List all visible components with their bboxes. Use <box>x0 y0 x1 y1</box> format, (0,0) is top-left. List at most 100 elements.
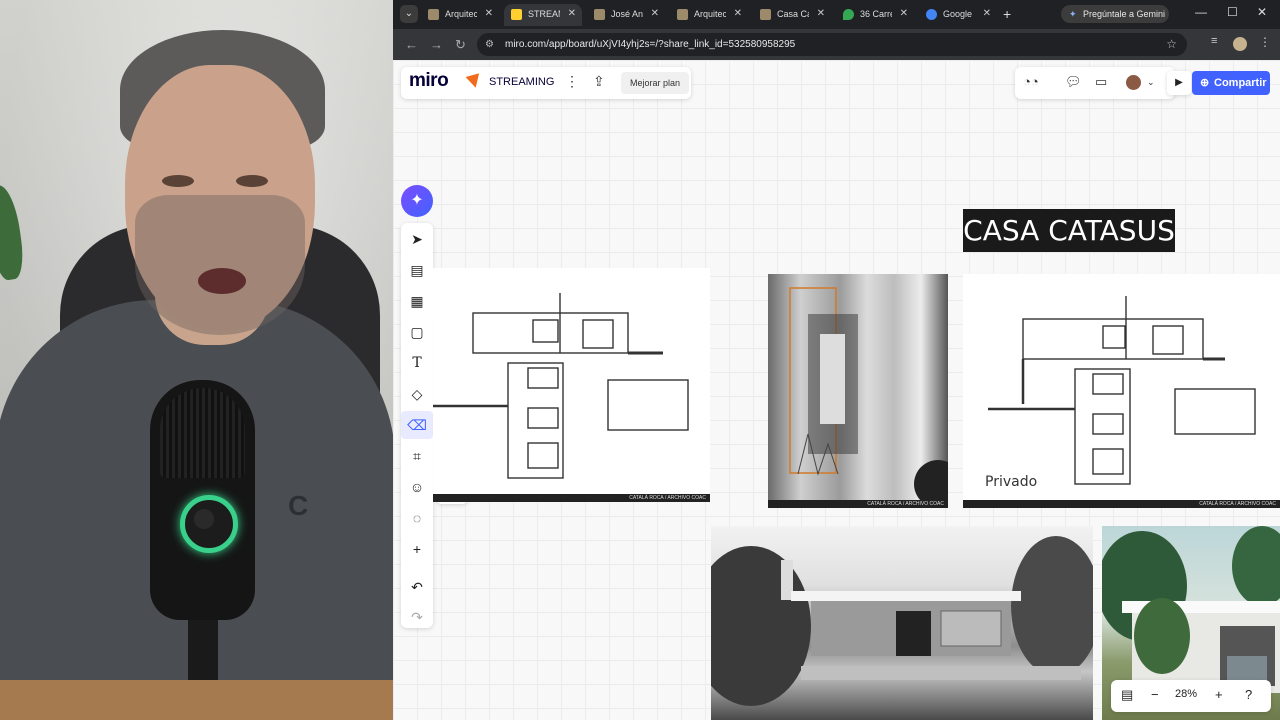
close-icon[interactable]: ✕ <box>817 8 825 19</box>
templates-icon[interactable]: ▤ <box>401 256 433 284</box>
close-icon[interactable]: ✕ <box>900 8 908 19</box>
miro-logo[interactable]: miro <box>409 70 449 92</box>
window-close-icon[interactable]: ✕ <box>1257 5 1267 19</box>
new-tab-icon[interactable]: + <box>1003 6 1011 22</box>
label-privado[interactable]: Privado <box>985 474 1037 490</box>
archdaily-icon <box>677 9 688 20</box>
webcam-overlay: C <box>0 0 393 720</box>
eraser-icon[interactable]: ⌫ <box>401 411 433 439</box>
bookmark-icon[interactable]: ☆ <box>1166 33 1177 56</box>
close-icon[interactable]: ✕ <box>568 8 576 19</box>
archdaily-icon <box>594 9 605 20</box>
tab-title: STREAMI <box>528 9 560 19</box>
video-icon[interactable]: ▭ <box>1095 74 1107 90</box>
zoom-in-icon[interactable]: + <box>1215 687 1223 702</box>
credit-strip: CATALÀ ROCA / ARCHIVO COAC <box>768 500 948 508</box>
gemini-icon: ✦ <box>1069 9 1077 19</box>
back-icon[interactable]: ← <box>405 37 418 52</box>
credit-text: CATALÀ ROCA / ARCHIVO COAC <box>867 501 944 507</box>
tab-search-icon[interactable]: ⌄ <box>400 5 418 23</box>
ai-sparkle-icon[interactable]: ✦ <box>401 185 433 217</box>
tab-maps[interactable]: 36 Carre ✕ <box>836 4 914 26</box>
tab-casa-cat[interactable]: Casa Cat ✕ <box>753 4 831 26</box>
tab-jose-ant[interactable]: José Ant ✕ <box>587 4 665 26</box>
browser-menu-icon[interactable]: ⋮ <box>1259 35 1271 49</box>
maps-icon <box>843 9 854 20</box>
board-title[interactable]: CASA CATASUS <box>963 209 1175 252</box>
presenter-beard <box>135 195 305 335</box>
chevron-down-icon[interactable]: ⌄ <box>1147 77 1155 88</box>
forward-icon[interactable]: → <box>430 37 443 52</box>
tab-title: 36 Carre <box>860 9 892 19</box>
zoom-level[interactable]: 28% <box>1175 688 1197 700</box>
more-icon[interactable]: ⋮ <box>565 73 579 90</box>
miro-icon <box>511 9 522 20</box>
tab-title: Casa Cat <box>777 9 809 19</box>
gemini-label: Pregúntale a Gemini <box>1083 9 1166 19</box>
reload-icon[interactable]: ↻ <box>455 37 466 53</box>
media-icon[interactable]: ≡ <box>1211 35 1217 47</box>
credit-strip: CATALÀ ROCA / ARCHIVO COAC <box>433 494 710 502</box>
undo-icon[interactable]: ↶ <box>401 573 433 601</box>
zoom-controls: ▤ − 28% + ? <box>1111 680 1271 712</box>
floor-plan-drawing <box>988 296 1256 485</box>
gemini-button[interactable]: ✦ Pregúntale a Gemini <box>1061 5 1169 23</box>
floor-plan-image-2[interactable]: CATALÀ ROCA / ARCHIVO COAC <box>963 274 1280 508</box>
sticky-note-icon[interactable]: ▢ <box>401 318 433 346</box>
hallway-photo[interactable]: CATALÀ ROCA / ARCHIVO COAC <box>768 274 948 508</box>
miro-canvas[interactable]: miro STREAMING ⋮ ⇪ Mejorar plan ◔◔ 💬︎ ▭ … <box>393 60 1280 720</box>
comment-icon[interactable]: ◌ <box>401 504 433 532</box>
comments-icon[interactable]: 💬︎ <box>1065 74 1082 90</box>
main-toolbar: ➤ ▤ ▦ ▢ T ◇ ⌫ ⌗ ☺ ◌ + ↶ ↷ <box>401 223 433 628</box>
tab-arquitec-1[interactable]: Arquitec ✕ <box>421 4 499 26</box>
tab-streaming[interactable]: STREAMI ✕ <box>504 4 582 26</box>
site-info-icon[interactable]: ⚙ <box>485 33 494 56</box>
add-icon[interactable]: + <box>401 535 433 563</box>
hallway-drawing <box>789 287 948 508</box>
close-icon[interactable]: ✕ <box>485 8 493 19</box>
close-icon[interactable]: ✕ <box>983 8 991 19</box>
mouth <box>198 268 246 294</box>
maximize-icon[interactable]: ☐ <box>1227 5 1238 19</box>
right-eye <box>236 175 268 187</box>
globe-icon: ⊕ <box>1200 77 1210 89</box>
tab-google[interactable]: Google ✕ <box>919 4 997 26</box>
desk <box>0 680 393 720</box>
credit-text: CATALÀ ROCA / ARCHIVO COAC <box>1199 501 1276 507</box>
archdaily-icon <box>428 9 439 20</box>
present-icon[interactable]: ▶ <box>1167 71 1191 95</box>
shapes-icon[interactable]: ◇ <box>401 380 433 408</box>
emoji-icon[interactable]: ☺ <box>401 473 433 501</box>
text-icon[interactable]: T <box>401 349 433 377</box>
close-icon[interactable]: ✕ <box>651 8 659 19</box>
address-bar: ← → ↻ ⚙ miro.com/app/board/uXjVI4yhj2s=/… <box>393 29 1280 60</box>
minimap-icon[interactable]: ▤ <box>1121 687 1133 703</box>
reactions-icon[interactable]: ◔◔ <box>1023 74 1039 89</box>
redo-icon[interactable]: ↷ <box>401 603 433 631</box>
help-icon[interactable]: ? <box>1245 687 1252 702</box>
board-icon <box>465 73 483 90</box>
close-icon[interactable]: ✕ <box>734 8 742 19</box>
table-icon[interactable]: ▦ <box>401 287 433 315</box>
profile-avatar[interactable] <box>1233 37 1247 51</box>
browser-window: ⌄ Arquitec ✕ STREAMI ✕ José Ant ✕ Arquit… <box>393 0 1280 720</box>
board-name[interactable]: STREAMING <box>489 76 554 88</box>
select-icon[interactable]: ➤ <box>401 225 433 253</box>
tab-arquitec-2[interactable]: Arquitec ✕ <box>670 4 748 26</box>
archdaily-icon <box>760 9 771 20</box>
export-icon[interactable]: ⇪ <box>593 73 605 90</box>
floor-plan-image-1[interactable]: CATALÀ ROCA / ARCHIVO COAC <box>433 268 710 502</box>
frame-icon[interactable]: ⌗ <box>401 442 433 470</box>
credit-strip: CATALÀ ROCA / ARCHIVO COAC <box>963 500 1280 508</box>
floor-plan-drawing <box>433 293 689 479</box>
exterior-photo-bw[interactable] <box>711 526 1093 720</box>
user-avatar[interactable] <box>1126 75 1141 90</box>
zoom-out-icon[interactable]: − <box>1151 687 1159 702</box>
collab-toolbar: ◔◔ 💬︎ ▭ ⌄ <box>1015 67 1175 99</box>
minimize-icon[interactable]: — <box>1195 5 1207 19</box>
share-button[interactable]: ⊕ Compartir <box>1192 71 1270 95</box>
mic-knob <box>194 509 214 529</box>
upgrade-button[interactable]: Mejorar plan <box>621 72 689 94</box>
exterior-bw-drawing <box>711 536 1093 706</box>
url-input[interactable]: ⚙ miro.com/app/board/uXjVI4yhj2s=/?share… <box>477 33 1187 56</box>
